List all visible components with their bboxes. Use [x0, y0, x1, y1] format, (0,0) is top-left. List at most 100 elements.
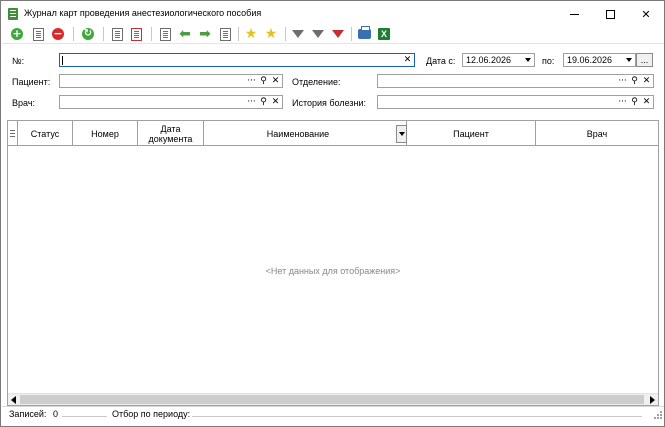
print-button[interactable] — [356, 26, 372, 42]
empty-message: <Нет данных для отображения> — [265, 266, 401, 276]
patient-field[interactable]: ··· ⚲ ✕ — [59, 74, 283, 88]
document-check-button[interactable] — [109, 26, 125, 42]
history-clear-icon[interactable]: ✕ — [641, 96, 652, 108]
document-list-icon — [159, 27, 171, 41]
records-grid: Статус Номер Дата документа Наименование… — [7, 120, 659, 406]
toolbar-separator — [151, 27, 152, 41]
arrow-right-icon: ➡ — [199, 26, 211, 42]
department-search-icon[interactable]: ⚲ — [629, 75, 640, 87]
period-button[interactable]: ... — [636, 53, 653, 67]
period-label: Отбор по периоду: — [112, 409, 191, 419]
column-name-filter[interactable] — [396, 125, 407, 143]
department-field[interactable]: ··· ⚲ ✕ — [377, 74, 654, 88]
print-icon — [357, 26, 371, 39]
document-delete-button[interactable] — [128, 26, 144, 42]
delete-button[interactable]: − — [50, 26, 66, 42]
excel-export-icon: X — [378, 28, 390, 40]
edit-button[interactable] — [30, 26, 46, 42]
column-doctor[interactable]: Врач — [536, 121, 658, 146]
doctor-field[interactable]: ··· ⚲ ✕ — [59, 95, 283, 109]
chevron-down-icon — [398, 132, 405, 136]
filter-clear-icon — [332, 30, 344, 38]
document-list-button[interactable] — [157, 26, 173, 42]
toolbar-separator — [238, 27, 239, 41]
department-clear-icon[interactable]: ✕ — [641, 75, 652, 87]
patient-clear-icon[interactable]: ✕ — [270, 75, 281, 87]
arrow-left-icon: ⬅ — [179, 26, 191, 42]
document-check-icon — [111, 27, 123, 41]
date-to-picker[interactable]: 19.06.2026 — [563, 53, 636, 67]
patient-label: Пациент: — [12, 77, 51, 87]
history-label: История болезни: — [292, 98, 367, 108]
document-next-button[interactable] — [217, 26, 233, 42]
favorite-add-icon: ★ — [244, 26, 258, 42]
patient-search-icon[interactable]: ⚲ — [258, 75, 269, 87]
favorite-icon: ★ — [264, 26, 278, 42]
date-from-picker[interactable]: 12.06.2026 — [462, 53, 535, 67]
column-status[interactable]: Статус — [18, 121, 73, 146]
refresh-button[interactable]: ↻ — [80, 26, 96, 42]
delete-icon: − — [52, 27, 64, 40]
toolbar-separator — [103, 27, 104, 41]
status-bar: Записей: 0 Отбор по периоду: — [2, 406, 664, 420]
doctor-clear-icon[interactable]: ✕ — [270, 96, 281, 108]
date-to-value: 19.06.2026 — [567, 55, 613, 65]
filter-edit-icon — [312, 30, 324, 38]
clear-number-icon[interactable]: ✕ — [402, 54, 413, 66]
scroll-right-icon[interactable] — [650, 396, 655, 404]
date-from-label: Дата с: — [426, 56, 456, 66]
scroll-left-icon[interactable] — [11, 396, 16, 404]
minimize-icon — [569, 13, 579, 15]
edit-document-icon — [32, 27, 44, 41]
column-patient[interactable]: Пациент — [407, 121, 536, 146]
add-button[interactable]: + — [9, 26, 25, 42]
history-search-icon[interactable]: ⚲ — [629, 96, 640, 108]
toolbar: + − ↻ ⬅ ➡ ★ ★ X — [2, 24, 664, 44]
journal-window: Журнал карт проведения анестезиологическ… — [0, 0, 665, 427]
number-input[interactable]: ✕ — [59, 53, 415, 67]
excel-export-button[interactable]: X — [376, 26, 392, 42]
column-name[interactable]: Наименование — [204, 121, 407, 146]
department-label: Отделение: — [292, 77, 341, 87]
refresh-icon: ↻ — [82, 28, 94, 40]
filter-edit-button[interactable] — [310, 26, 326, 42]
history-field[interactable]: ··· ⚲ ✕ — [377, 95, 654, 109]
favorite-button[interactable]: ★ — [263, 26, 279, 42]
filter-clear-button[interactable] — [330, 26, 346, 42]
filter-button[interactable] — [290, 26, 306, 42]
number-label: №: — [12, 56, 25, 66]
history-browse-icon[interactable]: ··· — [617, 96, 628, 108]
filter-icon — [292, 30, 304, 38]
document-next-icon — [219, 27, 231, 41]
favorite-add-button[interactable]: ★ — [243, 26, 259, 42]
doctor-browse-icon[interactable]: ··· — [246, 96, 257, 108]
doctor-search-icon[interactable]: ⚲ — [258, 96, 269, 108]
column-chooser-button[interactable] — [8, 121, 18, 146]
date-to-dropdown[interactable] — [623, 54, 634, 66]
status-divider — [62, 416, 107, 417]
resize-grip-icon[interactable] — [653, 410, 662, 419]
date-from-value: 12.06.2026 — [466, 55, 512, 65]
document-delete-icon — [130, 27, 142, 41]
grid-header: Статус Номер Дата документа Наименование… — [8, 121, 658, 146]
toolbar-separator — [285, 27, 286, 41]
department-browse-icon[interactable]: ··· — [617, 75, 628, 87]
scroll-thumb[interactable] — [20, 395, 644, 404]
records-count: 0 — [53, 409, 59, 419]
maximize-icon — [605, 9, 615, 19]
column-document-date[interactable]: Дата документа — [138, 121, 204, 146]
forward-button[interactable]: ➡ — [197, 26, 213, 42]
toolbar-separator — [351, 27, 352, 41]
date-from-dropdown[interactable] — [522, 54, 533, 66]
close-icon: ✕ — [641, 8, 651, 21]
column-chooser-icon — [10, 130, 15, 137]
patient-browse-icon[interactable]: ··· — [246, 75, 257, 87]
chevron-down-icon — [524, 58, 531, 62]
toolbar-separator — [73, 27, 74, 41]
app-icon — [8, 8, 18, 20]
status-divider — [192, 416, 642, 417]
date-to-label: по: — [542, 56, 555, 66]
back-button[interactable]: ⬅ — [177, 26, 193, 42]
column-number[interactable]: Номер — [73, 121, 138, 146]
horizontal-scrollbar[interactable] — [8, 393, 658, 405]
